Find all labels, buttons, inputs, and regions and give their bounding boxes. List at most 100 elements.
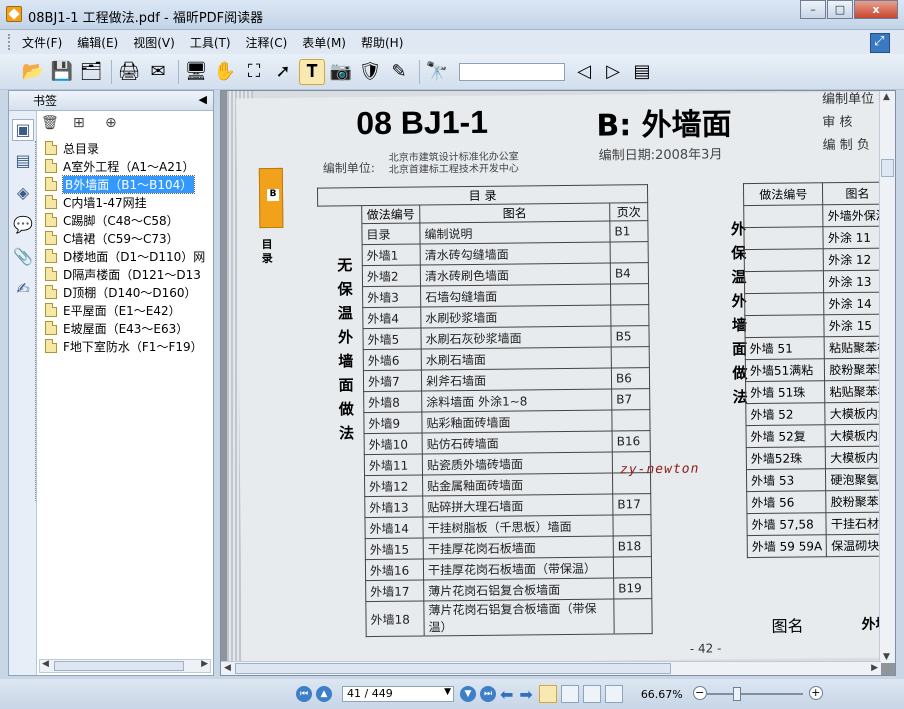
open-icon[interactable]: 📂 xyxy=(20,59,46,85)
horizontal-scrollbar[interactable]: ◀ ▶ xyxy=(221,661,881,675)
bookmark-item[interactable]: D楼地面（D1～D110）网 xyxy=(45,247,205,265)
row-code: 外墙11 xyxy=(364,453,423,476)
document-view: B 目录 08 BJ1-1 B: 外墙面 编制单位 技 审 核 编 制 负 编制… xyxy=(220,90,896,676)
next-page-icon[interactable]: ▼ xyxy=(460,686,476,702)
row-code xyxy=(744,314,825,338)
row-page: B5 xyxy=(610,325,650,348)
back-icon[interactable]: ⬅ xyxy=(500,685,513,704)
binoculars-icon[interactable]: 🔭 xyxy=(424,59,450,85)
bookmark-item[interactable]: C墙裙（C59～C73） xyxy=(45,229,205,247)
text-select-icon[interactable]: 𝐓 xyxy=(299,58,325,85)
bookmark-item-selected[interactable]: B外墙面（B1～B104） xyxy=(45,174,205,194)
pdf-page: B 目录 08 BJ1-1 B: 外墙面 编制单位 技 审 核 编 制 负 编制… xyxy=(227,91,887,663)
scroll-right-icon[interactable]: ▶ xyxy=(871,663,878,673)
scroll-left-icon[interactable]: ◀ xyxy=(224,663,231,673)
close-button[interactable]: x xyxy=(854,0,898,19)
scrollbar-thumb[interactable] xyxy=(235,663,671,674)
find-options-icon[interactable]: ▤ xyxy=(629,59,655,85)
last-page-icon[interactable]: ⏭ xyxy=(480,686,496,702)
first-page-icon[interactable]: ⏮ xyxy=(296,686,312,702)
facing-view-icon[interactable] xyxy=(582,685,601,703)
pages-tab-icon[interactable]: ▤ xyxy=(12,151,34,173)
bookmark-icon xyxy=(45,321,57,335)
select-region-icon[interactable]: ⛶ xyxy=(241,59,267,85)
scrollbar-thumb[interactable] xyxy=(54,661,184,671)
row-name: 贴金属釉面砖墙面 xyxy=(422,472,613,496)
bookmark-icon xyxy=(45,141,57,155)
zoom-slider[interactable]: − + xyxy=(692,686,823,702)
delete-bookmark-icon[interactable]: 🗑 xyxy=(41,115,59,133)
column-header-code: 做法编号 xyxy=(361,205,420,224)
scroll-left-icon[interactable]: ◀ xyxy=(42,659,49,669)
zoom-in-icon[interactable]: + xyxy=(808,686,823,700)
row-code xyxy=(744,248,824,272)
layers-tab-icon[interactable]: ◈ xyxy=(12,183,34,205)
bookmark-label: D隔声楼面（D121～D13 xyxy=(63,267,201,282)
previous-page-icon[interactable]: ▲ xyxy=(316,686,332,702)
print-icon[interactable]: 🖨 xyxy=(116,59,142,85)
row-code: 外墙12 xyxy=(364,474,423,497)
row-name: 干挂树脂板（千思板）墙面 xyxy=(422,514,614,538)
sign-icon[interactable]: ✎ xyxy=(386,59,412,85)
save-as-icon[interactable]: 🗂 xyxy=(78,59,104,85)
row-name: 清水砖刷色墙面 xyxy=(420,263,611,286)
pointer-icon[interactable]: ➚ xyxy=(270,59,296,85)
menu-tools[interactable]: 工具(T) xyxy=(190,34,231,51)
maximize-button[interactable]: □ xyxy=(827,0,853,19)
menu-help[interactable]: 帮助(H) xyxy=(361,34,403,51)
bookmark-item[interactable]: E平屋面（E1～E42） xyxy=(45,301,205,319)
scrollbar-thumb[interactable] xyxy=(881,159,894,177)
bookmark-item[interactable]: F地下室防水（F1～F19） xyxy=(45,337,205,355)
bookmarks-tab-icon[interactable]: ▣ xyxy=(12,119,34,141)
single-page-view-icon[interactable] xyxy=(538,685,557,703)
minimize-button[interactable]: – xyxy=(800,0,826,19)
row-name: 清水砖勾缝墙面 xyxy=(420,242,611,265)
menu-comment[interactable]: 注释(C) xyxy=(246,34,288,51)
menu-form[interactable]: 表单(M) xyxy=(302,34,346,51)
vertical-scrollbar[interactable]: ▲ ▼ xyxy=(879,91,895,663)
snapshot-icon[interactable]: 📷 xyxy=(328,59,354,85)
bookmark-horizontal-scrollbar[interactable]: ◀ ▶ xyxy=(39,659,211,673)
chevron-down-icon[interactable]: ▼ xyxy=(444,687,451,697)
zoom-out-icon[interactable]: − xyxy=(692,686,707,700)
zoom-level[interactable]: 66.67% xyxy=(641,688,683,701)
scroll-right-icon[interactable]: ▶ xyxy=(201,659,208,669)
bookmark-item[interactable]: A室外工程（A1～A21） xyxy=(45,157,205,175)
scroll-up-icon[interactable]: ▲ xyxy=(883,92,890,102)
find-next-icon[interactable]: ▷ xyxy=(600,59,626,85)
forward-icon[interactable]: ➡ xyxy=(519,685,532,704)
bookmark-item[interactable]: C内墙1-47网挂 xyxy=(45,193,205,211)
save-icon[interactable]: 💾 xyxy=(49,59,75,85)
signatures-tab-icon[interactable]: ✍ xyxy=(12,279,34,301)
menu-file[interactable]: 文件(F) xyxy=(22,34,62,51)
page-number-field[interactable]: 41 / 449 ▼ xyxy=(342,686,454,702)
bookmark-item[interactable]: E坡屋面（E43～E63） xyxy=(45,319,205,337)
restore-view-icon[interactable] xyxy=(870,33,890,53)
comments-tab-icon[interactable]: 💬 xyxy=(12,215,34,237)
row-spacer xyxy=(321,560,365,581)
collapse-panel-icon[interactable]: ◀ xyxy=(199,93,207,106)
row-name: 涂料墙面 外涂1~8 xyxy=(421,389,612,412)
search-input[interactable] xyxy=(459,62,565,81)
bookmark-item[interactable]: C踢脚（C48～C58） xyxy=(45,211,205,229)
bookmark-icon xyxy=(45,177,57,191)
hand-icon[interactable]: ✋ xyxy=(212,59,238,85)
menu-edit[interactable]: 编辑(E) xyxy=(77,34,118,51)
menu-view[interactable]: 视图(V) xyxy=(133,34,175,51)
bookmark-item[interactable]: 总目录 xyxy=(45,139,205,157)
attachments-tab-icon[interactable]: 📎 xyxy=(12,247,34,269)
zoom-knob[interactable] xyxy=(732,687,741,701)
bookmark-item[interactable]: D隔声楼面（D121～D13 xyxy=(45,265,205,283)
continuous-facing-view-icon[interactable] xyxy=(604,685,623,703)
bookmark-item[interactable]: D顶棚（D140～D160） xyxy=(45,283,205,301)
scroll-down-icon[interactable]: ▼ xyxy=(883,652,890,662)
add-child-bookmark-icon[interactable]: ⊕ xyxy=(105,115,123,133)
fullscreen-icon[interactable]: 🖥 xyxy=(183,59,209,85)
row-spacer xyxy=(319,308,363,329)
add-bookmark-icon[interactable]: ⊞ xyxy=(73,115,91,133)
rms-icon[interactable]: 🛡 xyxy=(357,59,383,85)
row-name: 水刷石灰砂浆墙面 xyxy=(420,326,612,349)
email-icon[interactable]: ✉ xyxy=(145,59,171,85)
continuous-view-icon[interactable] xyxy=(560,685,579,703)
find-prev-icon[interactable]: ◁ xyxy=(571,59,597,85)
